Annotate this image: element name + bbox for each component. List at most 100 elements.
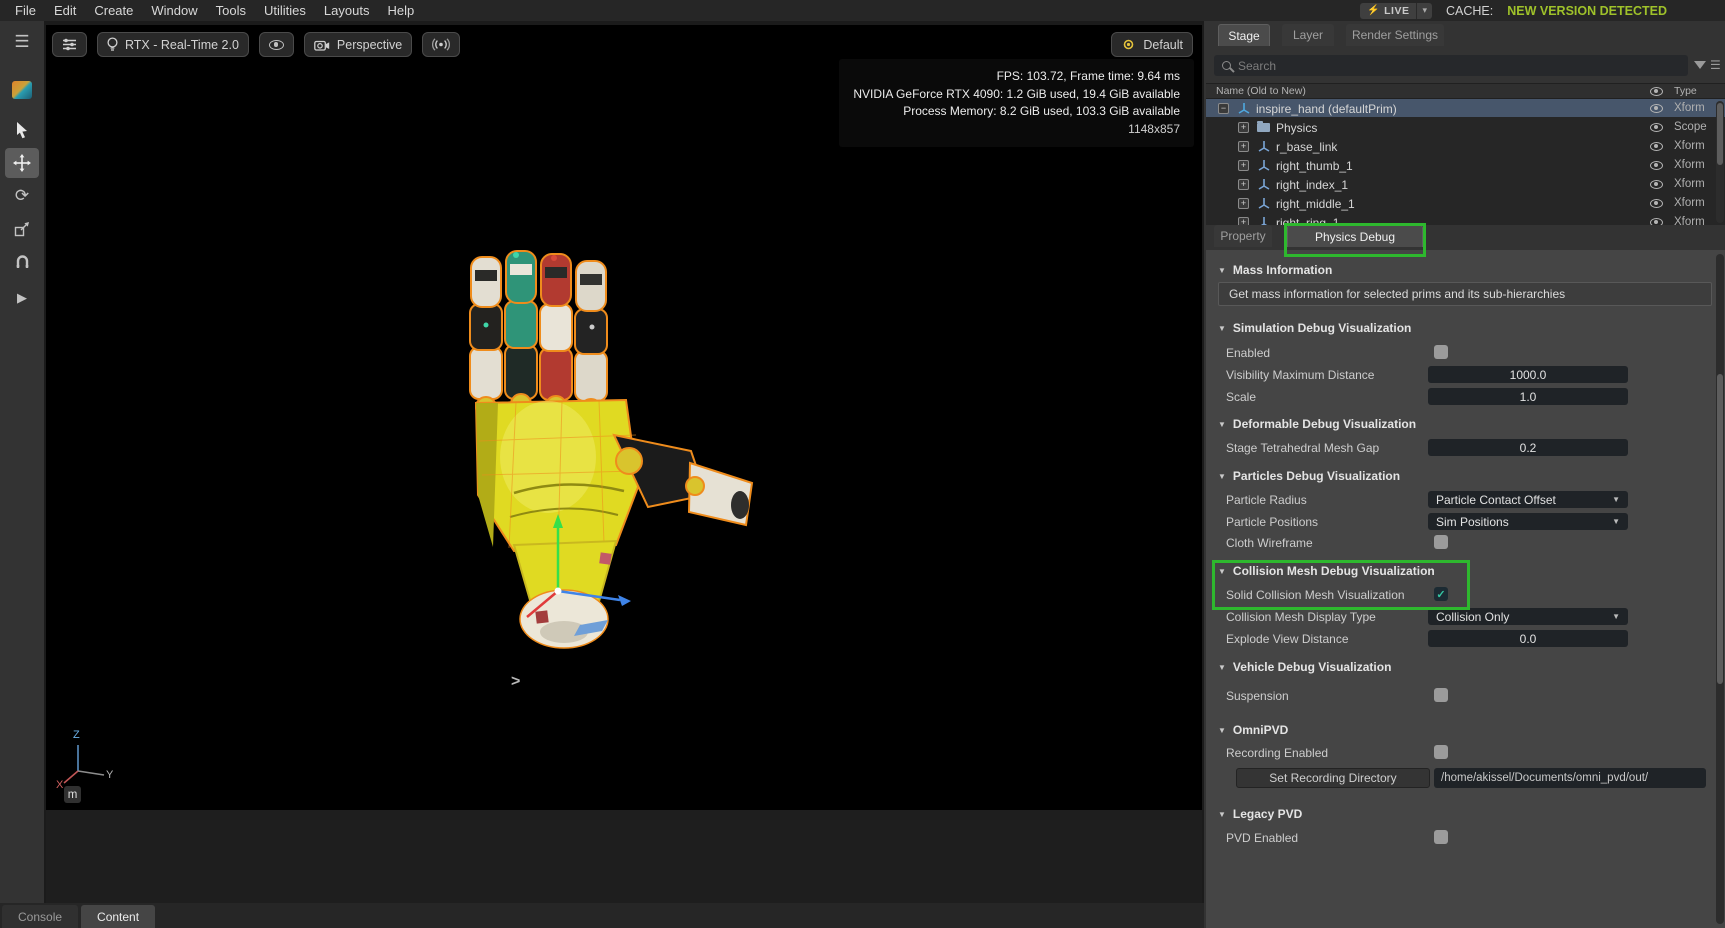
particle-positions-dropdown[interactable]: Sim Positions ▼	[1428, 513, 1628, 530]
stage-row-right-thumb[interactable]: + right_thumb_1 Xform	[1206, 156, 1725, 174]
stage-scrollbar[interactable]	[1716, 101, 1724, 223]
section-header-legacy-pvd[interactable]: ▼ Legacy PVD	[1218, 806, 1302, 822]
expand-box-icon[interactable]: +	[1238, 122, 1249, 133]
rotate-tool-button[interactable]: ⟳	[5, 181, 39, 211]
prim-name: r_base_link	[1276, 140, 1337, 154]
particle-radius-dropdown[interactable]: Particle Contact Offset ▼	[1428, 491, 1628, 508]
tab-layer[interactable]: Layer	[1282, 24, 1334, 46]
collapse-box-icon[interactable]: −	[1218, 103, 1229, 114]
recording-directory-field[interactable]: /home/akissel/Documents/omni_pvd/out/	[1434, 768, 1706, 788]
tab-stage[interactable]: Stage	[1218, 24, 1270, 46]
stats-fps: FPS: 103.72, Frame time: 9.64 ms	[853, 68, 1180, 86]
search-icon	[1222, 61, 1231, 70]
visibility-eye-icon[interactable]	[1650, 161, 1663, 170]
menu-layouts[interactable]: Layouts	[315, 3, 379, 18]
select-tool-button[interactable]	[5, 115, 39, 145]
section-header-vehicle-debug[interactable]: ▼ Vehicle Debug Visualization	[1218, 659, 1391, 675]
tab-physics-debug[interactable]: Physics Debug	[1287, 225, 1423, 247]
menu-edit[interactable]: Edit	[45, 3, 85, 18]
stage-row-right-index[interactable]: + right_index_1 Xform	[1206, 175, 1725, 193]
visibility-menu-button[interactable]	[259, 32, 294, 57]
tab-render-settings[interactable]: Render Settings	[1346, 24, 1444, 46]
stats-resolution: 1148x857	[853, 121, 1180, 139]
filter-icon[interactable]	[1694, 61, 1706, 69]
expand-box-icon[interactable]: +	[1238, 141, 1249, 152]
expand-box-icon[interactable]: +	[1238, 198, 1249, 209]
get-mass-information-button[interactable]: Get mass information for selected prims …	[1218, 282, 1712, 306]
viewport-3d[interactable]: RTX - Real-Time 2.0 Perspective Default …	[46, 25, 1202, 810]
menu-tools[interactable]: Tools	[207, 3, 255, 18]
stage-row-physics[interactable]: + Physics Scope	[1206, 118, 1725, 136]
section-header-simulation-debug[interactable]: ▼ Simulation Debug Visualization	[1218, 320, 1411, 336]
recording-enabled-checkbox[interactable]	[1434, 745, 1448, 759]
bottom-tab-strip: Console Content	[0, 903, 1204, 928]
section-header-collision-mesh-debug[interactable]: ▼ Collision Mesh Debug Visualization	[1218, 563, 1435, 579]
tab-property[interactable]: Property	[1214, 225, 1272, 247]
stage-row-r-base-link[interactable]: + r_base_link Xform	[1206, 137, 1725, 155]
tab-console[interactable]: Console	[2, 905, 78, 928]
expand-box-icon[interactable]: +	[1238, 160, 1249, 171]
visibility-eye-icon[interactable]	[1650, 199, 1663, 208]
field-value: 0.2	[1520, 441, 1537, 455]
visibility-eye-icon[interactable]	[1650, 104, 1663, 113]
tab-content[interactable]: Content	[81, 905, 155, 928]
collapse-triangle-icon: ▼	[1218, 324, 1226, 333]
section-header-deformable-debug[interactable]: ▼ Deformable Debug Visualization	[1218, 416, 1416, 432]
menu-create[interactable]: Create	[85, 3, 142, 18]
collision-display-type-dropdown[interactable]: Collision Only ▼	[1428, 608, 1628, 625]
live-button[interactable]: ⚡ LIVE ▾	[1360, 3, 1432, 19]
lighting-mode-button[interactable]: Default	[1111, 32, 1193, 57]
viewport-settings-button[interactable]	[52, 32, 87, 57]
cache-label: CACHE:	[1446, 4, 1493, 18]
left-toolbar: ☰ ⟳ ▶	[0, 21, 44, 903]
renderer-selector-button[interactable]: RTX - Real-Time 2.0	[97, 32, 249, 57]
section-header-omnipvd[interactable]: ▼ OmniPVD	[1218, 722, 1288, 738]
row-label: Suspension	[1226, 689, 1289, 703]
menu-utilities[interactable]: Utilities	[255, 3, 315, 18]
enabled-checkbox[interactable]	[1434, 345, 1448, 359]
camera-selector-button[interactable]: Perspective	[304, 32, 412, 57]
burger-menu-icon[interactable]: ☰	[5, 27, 39, 57]
explode-view-distance-field[interactable]: 0.0	[1428, 630, 1628, 647]
menu-help[interactable]: Help	[378, 3, 423, 18]
stage-row-right-middle[interactable]: + right_middle_1 Xform	[1206, 194, 1725, 212]
menu-window[interactable]: Window	[142, 3, 206, 18]
prim-type: Xform	[1674, 140, 1705, 152]
cloth-wireframe-checkbox[interactable]	[1434, 535, 1448, 549]
chevron-down-icon[interactable]: ▾	[1416, 3, 1432, 19]
solid-collision-mesh-checkbox[interactable]: ✓	[1434, 587, 1448, 601]
set-recording-directory-button[interactable]: Set Recording Directory	[1236, 768, 1430, 788]
move-icon	[13, 154, 31, 172]
property-scrollbar-thumb[interactable]	[1717, 374, 1723, 684]
stage-scrollbar-thumb[interactable]	[1717, 103, 1723, 165]
row-visibility-max-distance: Visibility Maximum Distance 1000.0	[1226, 367, 1718, 384]
property-scrollbar[interactable]	[1716, 254, 1724, 924]
play-button[interactable]: ▶	[5, 283, 39, 313]
scale-tool-button[interactable]	[5, 214, 39, 244]
visibility-max-distance-field[interactable]: 1000.0	[1428, 366, 1628, 383]
collapse-triangle-icon: ▼	[1218, 420, 1226, 429]
suspension-checkbox[interactable]	[1434, 688, 1448, 702]
visibility-eye-icon[interactable]	[1650, 180, 1663, 189]
visibility-eye-icon[interactable]	[1650, 142, 1663, 151]
stage-row-inspire-hand[interactable]: − inspire_hand (defaultPrim) Xform	[1206, 99, 1725, 117]
expand-box-icon[interactable]: +	[1238, 179, 1249, 190]
renderer-label: RTX - Real-Time 2.0	[125, 38, 239, 52]
search-input[interactable]	[1238, 59, 1680, 73]
stage-preview-icon[interactable]	[5, 75, 39, 105]
mesh-gap-field[interactable]: 0.2	[1428, 439, 1628, 456]
visibility-eye-icon[interactable]	[1650, 123, 1663, 132]
scale-field[interactable]: 1.0	[1428, 388, 1628, 405]
menu-file[interactable]: File	[6, 3, 45, 18]
audio-preview-button[interactable]	[422, 32, 460, 57]
pvd-enabled-checkbox[interactable]	[1434, 830, 1448, 844]
tab-layer-label: Layer	[1293, 28, 1323, 42]
section-header-particles-debug[interactable]: ▼ Particles Debug Visualization	[1218, 468, 1400, 484]
prim-name: Physics	[1276, 121, 1317, 135]
snap-tool-button[interactable]	[5, 247, 39, 277]
section-header-mass-information[interactable]: ▼ Mass Information	[1218, 262, 1332, 278]
row-particle-positions: Particle Positions Sim Positions ▼	[1226, 514, 1718, 531]
move-tool-button[interactable]	[5, 148, 39, 178]
expand-chevron-icon[interactable]: >	[511, 673, 520, 691]
search-options-icon[interactable]: ☰	[1710, 58, 1721, 72]
